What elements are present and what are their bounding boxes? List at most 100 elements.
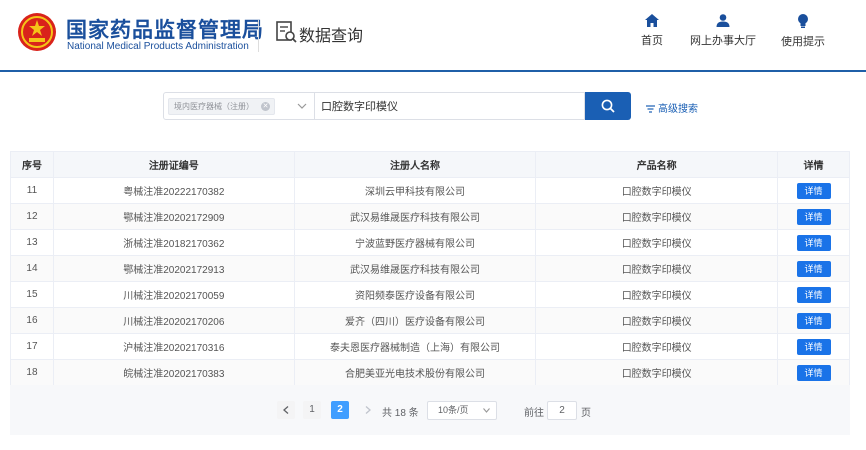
cell-registrant: 深圳云甲科技有限公司: [293, 177, 537, 204]
cell-no: 17: [10, 333, 54, 360]
table-row: 18 皖械注准20202170383 合肥美亚光电技术股份有限公司 口腔数字印模…: [10, 359, 850, 386]
cell-registrant: 武汉易维晟医疗科技有限公司: [293, 203, 537, 230]
cell-no: 14: [10, 255, 54, 282]
cell-product: 口腔数字印模仪: [535, 255, 779, 282]
total-count: 共 18 条: [382, 408, 419, 419]
nav-online-hall[interactable]: 网上办事大厅: [690, 14, 756, 48]
home-icon: [645, 14, 659, 27]
nav-tips[interactable]: 使用提示: [780, 14, 826, 49]
detail-button[interactable]: 详情: [796, 234, 831, 251]
page-size-select[interactable]: 10条/页: [427, 401, 497, 420]
cell-registrant: 宁波蓝野医疗器械有限公司: [293, 229, 537, 256]
col-header-cert: 注册证编号: [52, 151, 295, 178]
chevron-right-icon: [365, 406, 371, 414]
page-1-button[interactable]: 1: [303, 401, 321, 419]
advanced-search-link[interactable]: 高级搜索: [646, 100, 698, 115]
close-icon[interactable]: ✕: [261, 102, 270, 111]
brand-title: 国家药品监督管理局: [66, 19, 264, 42]
cell-product: 口腔数字印模仪: [535, 281, 779, 308]
cell-product: 口腔数字印模仪: [535, 177, 779, 204]
nav-home-label: 首页: [641, 35, 663, 47]
goto-page-input[interactable]: [547, 401, 577, 420]
col-header-registrant: 注册人名称: [293, 151, 537, 178]
chevron-left-icon: [283, 406, 289, 414]
search-button[interactable]: [585, 92, 631, 120]
nav-tips-label: 使用提示: [781, 36, 825, 48]
cell-cert: 鄂械注准20202172909: [52, 203, 295, 230]
cell-no: 18: [10, 359, 54, 386]
table-row: 17 沪械注准20202170316 泰夫恩医疗器械制造（上海）有限公司 口腔数…: [10, 333, 850, 360]
results-table: 序号 注册证编号 注册人名称 产品名称 详情 11 粤械注准2022217038…: [10, 151, 850, 386]
cell-cert: 皖械注准20202170383: [52, 359, 295, 386]
cell-registrant: 泰夫恩医疗器械制造（上海）有限公司: [293, 333, 537, 360]
data-query-title: 数据查询: [299, 28, 364, 45]
category-tag-label: 境内医疗器械（注册）: [174, 102, 254, 111]
cell-registrant: 武汉易维晟医疗科技有限公司: [293, 255, 537, 282]
category-select[interactable]: 境内医疗器械（注册） ✕: [163, 92, 315, 120]
user-icon: [716, 14, 730, 27]
cell-no: 11: [10, 177, 54, 204]
brand-subtitle: National Medical Products Administration: [67, 41, 249, 52]
cell-product: 口腔数字印模仪: [535, 307, 779, 334]
cell-detail: 详情: [777, 281, 850, 308]
col-header-product: 产品名称: [535, 151, 779, 178]
col-header-detail: 详情: [777, 151, 850, 178]
chevron-down-icon: [483, 408, 490, 413]
next-page-button[interactable]: [359, 401, 377, 419]
table-row: 12 鄂械注准20202172909 武汉易维晟医疗科技有限公司 口腔数字印模仪…: [10, 203, 850, 230]
detail-button[interactable]: 详情: [796, 364, 831, 381]
cell-detail: 详情: [777, 177, 850, 204]
cell-registrant: 合肥美亚光电技术股份有限公司: [293, 359, 537, 386]
cell-detail: 详情: [777, 203, 850, 230]
cell-cert: 鄂械注准20202172913: [52, 255, 295, 282]
header-divider: [258, 20, 259, 52]
search-input[interactable]: [314, 92, 585, 120]
cell-detail: 详情: [777, 229, 850, 256]
page-size-value: 10条/页: [438, 405, 469, 415]
cell-cert: 川械注准20202170059: [52, 281, 295, 308]
filter-icon: [646, 105, 655, 113]
cell-product: 口腔数字印模仪: [535, 359, 779, 386]
table-header-row: 序号 注册证编号 注册人名称 产品名称 详情: [10, 151, 850, 178]
page-2-button[interactable]: 2: [331, 401, 349, 419]
data-query-icon: [276, 21, 297, 43]
advanced-search-label: 高级搜索: [658, 104, 698, 115]
cell-cert: 浙械注准20182170362: [52, 229, 295, 256]
detail-button[interactable]: 详情: [796, 286, 831, 303]
detail-button[interactable]: 详情: [796, 208, 831, 225]
cell-detail: 详情: [777, 307, 850, 334]
cell-product: 口腔数字印模仪: [535, 333, 779, 360]
detail-button[interactable]: 详情: [796, 182, 831, 199]
cell-cert: 川械注准20202170206: [52, 307, 295, 334]
detail-button[interactable]: 详情: [796, 312, 831, 329]
cell-detail: 详情: [777, 359, 850, 386]
cell-no: 16: [10, 307, 54, 334]
search-icon: [601, 99, 615, 113]
table-row: 16 川械注准20202170206 爱齐（四川）医疗设备有限公司 口腔数字印模…: [10, 307, 850, 334]
bulb-icon: [798, 14, 808, 28]
detail-button[interactable]: 详情: [796, 338, 831, 355]
prev-page-button[interactable]: [277, 401, 295, 419]
cell-product: 口腔数字印模仪: [535, 229, 779, 256]
cell-detail: 详情: [777, 255, 850, 282]
page-unit-label: 页: [581, 408, 591, 419]
nav-online-hall-label: 网上办事大厅: [690, 35, 756, 47]
table-row: 15 川械注准20202170059 资阳频泰医疗设备有限公司 口腔数字印模仪 …: [10, 281, 850, 308]
table-row: 13 浙械注准20182170362 宁波蓝野医疗器械有限公司 口腔数字印模仪 …: [10, 229, 850, 256]
cell-cert: 沪械注准20202170316: [52, 333, 295, 360]
table-row: 14 鄂械注准20202172913 武汉易维晟医疗科技有限公司 口腔数字印模仪…: [10, 255, 850, 282]
cell-product: 口腔数字印模仪: [535, 203, 779, 230]
detail-button[interactable]: 详情: [796, 260, 831, 277]
cell-no: 15: [10, 281, 54, 308]
nav-home[interactable]: 首页: [637, 14, 667, 48]
table-row: 11 粤械注准20222170382 深圳云甲科技有限公司 口腔数字印模仪 详情: [10, 177, 850, 204]
cell-detail: 详情: [777, 333, 850, 360]
national-emblem-icon: [18, 13, 56, 51]
chevron-down-icon: [297, 103, 307, 109]
cell-no: 12: [10, 203, 54, 230]
cell-no: 13: [10, 229, 54, 256]
search-bar: 境内医疗器械（注册） ✕: [163, 92, 631, 120]
col-header-no: 序号: [10, 151, 54, 178]
goto-label: 前往: [524, 408, 544, 419]
site-header: 国家药品监督管理局 National Medical Products Admi…: [0, 0, 866, 72]
